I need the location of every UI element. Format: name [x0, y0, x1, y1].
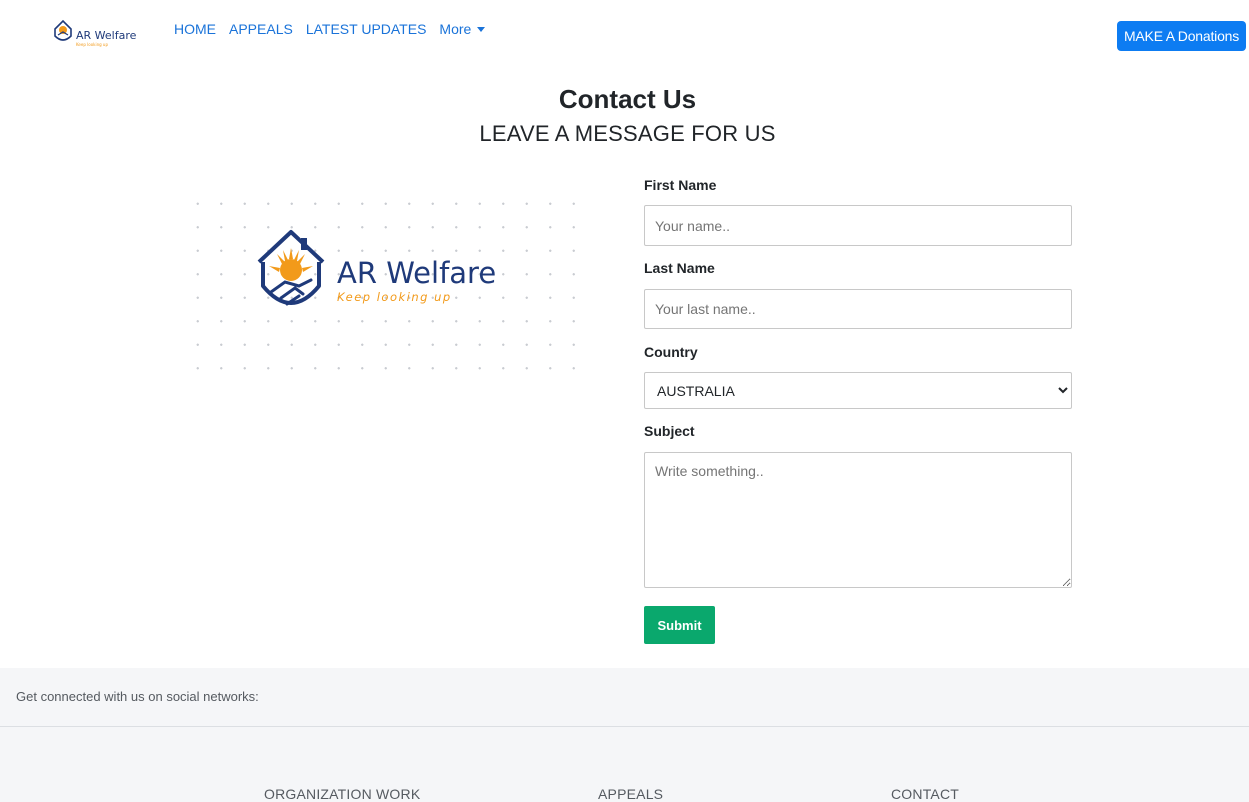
last-name-label: Last Name — [644, 260, 715, 276]
subject-textarea[interactable] — [644, 452, 1072, 588]
footer: Get connected with us on social networks… — [0, 668, 1249, 802]
nav-link-appeals[interactable]: APPEALS — [229, 20, 293, 38]
chevron-down-icon — [477, 26, 486, 32]
brand-tagline: Keep looking up — [337, 290, 452, 304]
nav-link-home[interactable]: HOME — [174, 20, 216, 38]
footer-divider — [0, 726, 1249, 727]
subject-label: Subject — [644, 423, 695, 439]
country-label: Country — [644, 344, 698, 360]
navbar: AR Welfare Keep looking up HOME APPEALS … — [0, 0, 1249, 64]
brand-logo: AR Welfare Keep looking up — [255, 228, 555, 318]
page-title: Contact Us — [558, 84, 697, 114]
nav-more-label: More — [439, 21, 472, 37]
brand-name: AR Welfare — [337, 256, 496, 290]
submit-button[interactable]: Submit — [644, 606, 715, 644]
first-name-label: First Name — [644, 177, 717, 193]
nav-logo-tagline: Keep looking up — [76, 42, 108, 47]
social-networks-text: Get connected with us on social networks… — [16, 689, 259, 704]
nav-links: HOME APPEALS LATEST UPDATES More — [174, 20, 498, 38]
footer-heading-appeals: APPEALS — [598, 786, 664, 802]
nav-logo[interactable]: AR Welfare Keep looking up — [36, 10, 144, 60]
nav-more-dropdown[interactable]: More — [439, 20, 486, 38]
footer-heading-contact: CONTACT — [891, 786, 960, 802]
nav-link-latest-updates[interactable]: LATEST UPDATES — [306, 20, 427, 38]
make-donation-button[interactable]: MAKE A Donations — [1117, 21, 1246, 51]
page-subtitle: LEAVE A MESSAGE FOR US — [479, 121, 776, 146]
last-name-input[interactable] — [644, 289, 1072, 329]
footer-heading-organization-work: ORGANIZATION WORK — [264, 786, 421, 802]
country-select[interactable]: AUSTRALIA — [644, 372, 1072, 409]
nav-logo-text: AR Welfare — [76, 29, 137, 42]
first-name-input[interactable] — [644, 205, 1072, 246]
